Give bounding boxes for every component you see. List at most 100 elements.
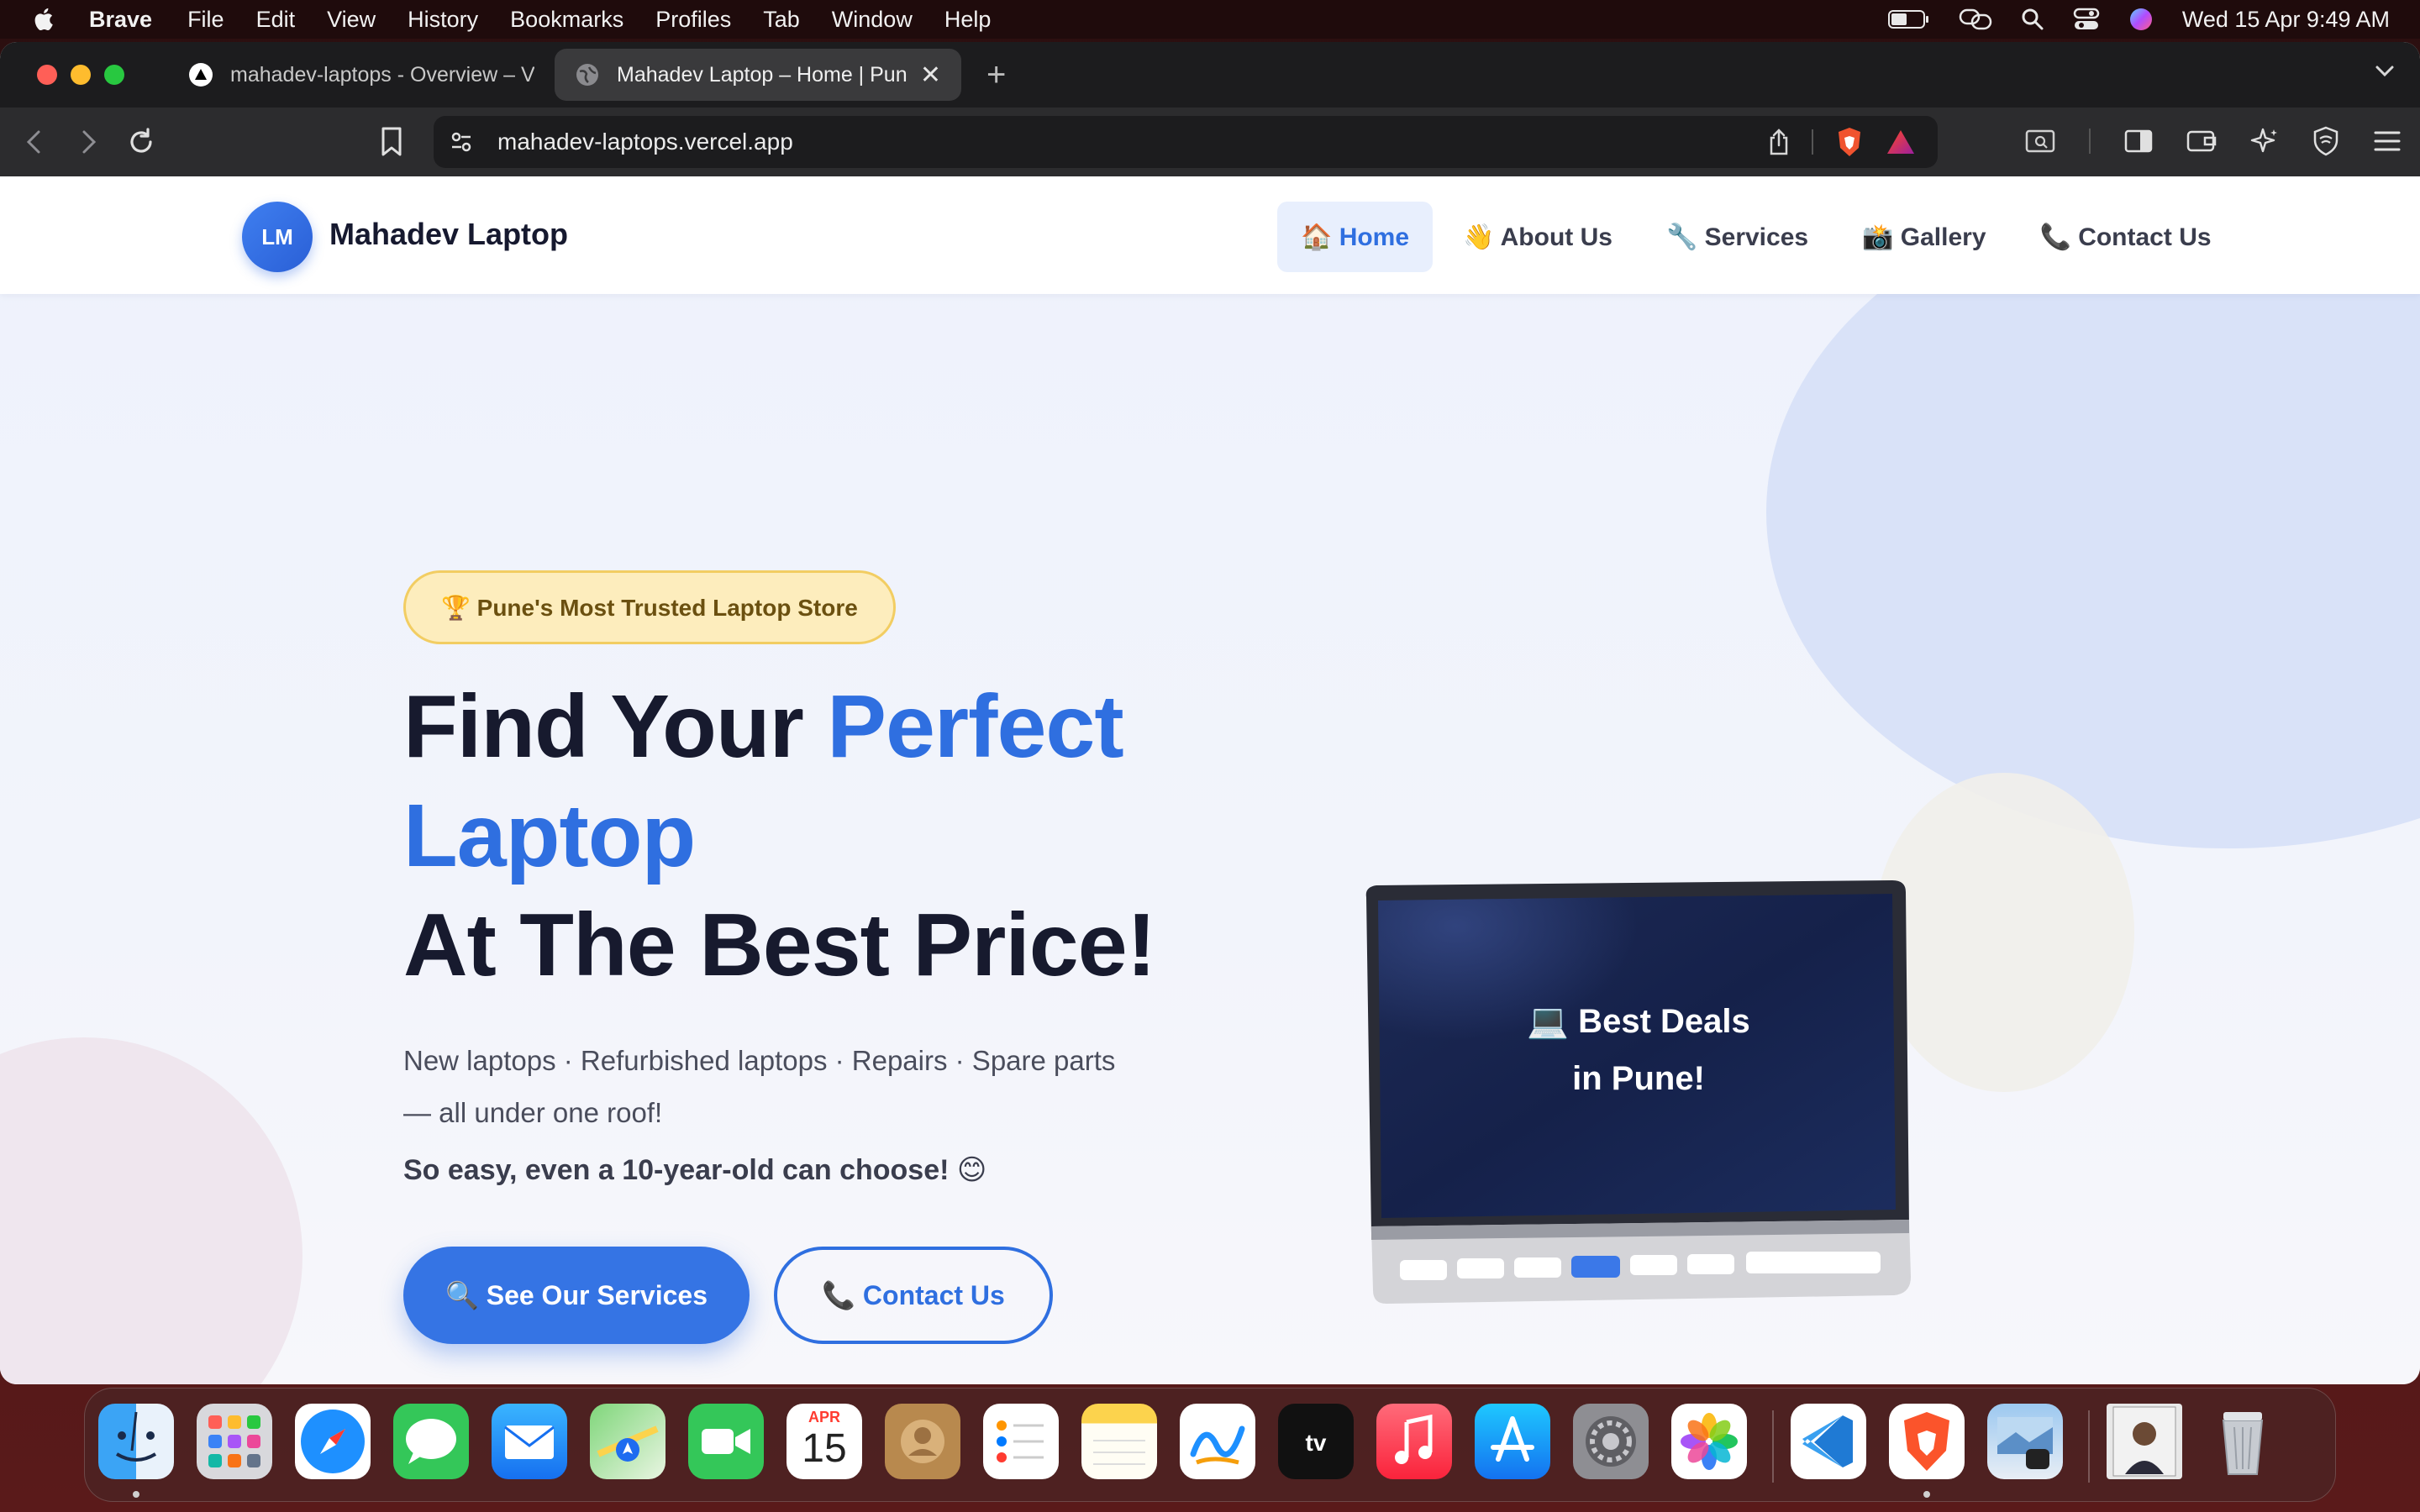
siri-icon[interactable]: [2128, 7, 2154, 32]
running-indicator: [1923, 1491, 1930, 1498]
hero-title-part: Find Your: [403, 677, 828, 776]
facetime-icon[interactable]: [688, 1404, 764, 1479]
apple-menu-icon[interactable]: [30, 5, 59, 34]
menu-view[interactable]: View: [327, 7, 376, 33]
hero-subtitle-line: — all under one roof!: [403, 1097, 663, 1128]
freeform-icon[interactable]: [1180, 1404, 1255, 1479]
macos-dock: APR 15 tv: [84, 1388, 2336, 1502]
calendar-icon[interactable]: APR 15: [786, 1404, 862, 1479]
menu-tab[interactable]: Tab: [763, 7, 800, 33]
menubar-clock[interactable]: Wed 15 Apr 9:49 AM: [2182, 7, 2390, 33]
maps-icon[interactable]: [590, 1404, 666, 1479]
hero-tagline: So easy, even a 10-year-old can choose! …: [403, 1154, 987, 1186]
tab-mahadev-home[interactable]: Mahadev Laptop – Home | Pun ✕: [555, 49, 961, 101]
website-viewport: LM Mahadev Laptop 🏠 Home 👋 About Us 🔧 Se…: [0, 176, 2420, 1384]
url-text[interactable]: mahadev-laptops.vercel.app: [497, 129, 793, 155]
trust-badge: 🏆 Pune's Most Trusted Laptop Store: [403, 570, 896, 644]
sidebar-toggle-icon[interactable]: [2124, 129, 2153, 154]
minimize-window-button[interactable]: [71, 65, 91, 85]
decorative-circle-pink: [0, 1037, 302, 1384]
messages-icon[interactable]: [393, 1404, 469, 1479]
battery-icon[interactable]: [1887, 9, 1930, 29]
hero-subtitle: New laptops · Refurbished laptops · Repa…: [403, 1035, 1160, 1139]
nav-about-us[interactable]: 👋 About Us: [1439, 202, 1636, 272]
site-header: LM Mahadev Laptop 🏠 Home 👋 About Us 🔧 Se…: [0, 176, 2420, 294]
preview-icon[interactable]: [1987, 1404, 2063, 1479]
address-bar[interactable]: mahadev-laptops.vercel.app: [434, 116, 1938, 168]
reader-mode-icon[interactable]: [2025, 129, 2055, 154]
url-divider: [1812, 129, 1813, 155]
close-window-button[interactable]: [37, 65, 57, 85]
brave-rewards-icon[interactable]: [1886, 129, 1916, 155]
see-services-button[interactable]: 🔍 See Our Services: [403, 1247, 750, 1344]
system-settings-icon[interactable]: [1573, 1404, 1649, 1479]
menu-history[interactable]: History: [408, 7, 478, 33]
apple-tv-icon[interactable]: tv: [1278, 1404, 1354, 1479]
browser-window: mahadev-laptops - Overview – Ver Mahadev…: [0, 42, 2420, 1384]
window-controls: [37, 65, 124, 85]
close-tab-icon[interactable]: ✕: [920, 60, 941, 90]
site-brand-name[interactable]: Mahadev Laptop: [329, 217, 568, 252]
nav-services[interactable]: 🔧 Services: [1643, 202, 1832, 272]
contact-us-button[interactable]: 📞 Contact Us: [774, 1247, 1053, 1344]
mail-icon[interactable]: [492, 1404, 567, 1479]
calendar-day: 15: [802, 1426, 847, 1471]
photos-icon[interactable]: [1671, 1404, 1747, 1479]
notes-icon[interactable]: [1081, 1404, 1157, 1479]
tab-title: Mahadev Laptop – Home | Pun: [617, 62, 907, 87]
globe-favicon-icon: [576, 64, 598, 86]
brave-icon[interactable]: [1889, 1404, 1965, 1479]
music-icon[interactable]: [1376, 1404, 1452, 1479]
menu-bookmarks[interactable]: Bookmarks: [510, 7, 623, 33]
nav-contact-us[interactable]: 📞 Contact Us: [2017, 202, 2235, 272]
menu-edit[interactable]: Edit: [256, 7, 296, 33]
vscode-icon[interactable]: [1791, 1404, 1866, 1479]
nav-gallery[interactable]: 📸 Gallery: [1839, 202, 2009, 272]
zoom-window-button[interactable]: [104, 65, 124, 85]
site-settings-icon[interactable]: [450, 131, 472, 153]
wallet-icon[interactable]: [2186, 129, 2217, 154]
menu-window[interactable]: Window: [832, 7, 913, 33]
tab-title: mahadev-laptops - Overview – Ver: [230, 62, 534, 87]
menu-help[interactable]: Help: [944, 7, 992, 33]
contacts-icon[interactable]: [885, 1404, 960, 1479]
reminders-icon[interactable]: [983, 1404, 1059, 1479]
svg-text:tv: tv: [1306, 1430, 1327, 1456]
macos-menu-bar: Brave File Edit View History Bookmarks P…: [0, 0, 2420, 39]
site-logo[interactable]: LM: [242, 202, 313, 272]
hero-title-highlight: Perfect: [827, 677, 1123, 776]
leo-ai-icon[interactable]: [2250, 127, 2279, 155]
reload-icon[interactable]: [126, 127, 156, 157]
forward-arrow-icon[interactable]: [76, 127, 101, 157]
bookmark-icon[interactable]: [380, 126, 403, 158]
control-center-icon[interactable]: [2073, 7, 2100, 32]
profile-photo-icon[interactable]: [2107, 1404, 2182, 1479]
nav-home[interactable]: 🏠 Home: [1277, 202, 1434, 272]
menu-profiles[interactable]: Profiles: [655, 7, 731, 33]
hero-title-highlight: Laptop: [403, 786, 696, 885]
menu-app-name[interactable]: Brave: [89, 7, 152, 33]
trash-icon[interactable]: [2205, 1404, 2281, 1479]
toolbar-divider: [2089, 129, 2091, 154]
safari-icon[interactable]: [295, 1404, 371, 1479]
spotlight-search-icon[interactable]: [2021, 8, 2044, 31]
app-store-icon[interactable]: [1475, 1404, 1550, 1479]
screen-mirroring-icon[interactable]: [1959, 7, 1992, 32]
launchpad-icon[interactable]: [197, 1404, 272, 1479]
dock-separator: [1772, 1410, 1774, 1483]
new-tab-button[interactable]: +: [986, 56, 1006, 94]
hamburger-menu-icon[interactable]: [2373, 129, 2402, 153]
vercel-favicon-icon: [189, 63, 213, 87]
laptop-screen-text: 💻 Best Deals in Pune!: [1361, 993, 1916, 1107]
brave-shields-icon[interactable]: [1835, 126, 1864, 158]
back-arrow-icon[interactable]: [22, 127, 47, 157]
share-icon[interactable]: [1768, 129, 1790, 155]
chevron-down-icon[interactable]: [2373, 59, 2396, 82]
menu-file[interactable]: File: [187, 7, 224, 33]
screen-line: in Pune!: [1572, 1060, 1705, 1097]
calendar-month: APR: [808, 1409, 840, 1425]
vpn-shield-icon[interactable]: [2312, 126, 2339, 156]
dock-separator: [2088, 1410, 2090, 1483]
finder-icon[interactable]: [98, 1404, 174, 1479]
tab-vercel-overview[interactable]: mahadev-laptops - Overview – Ver: [168, 49, 555, 101]
